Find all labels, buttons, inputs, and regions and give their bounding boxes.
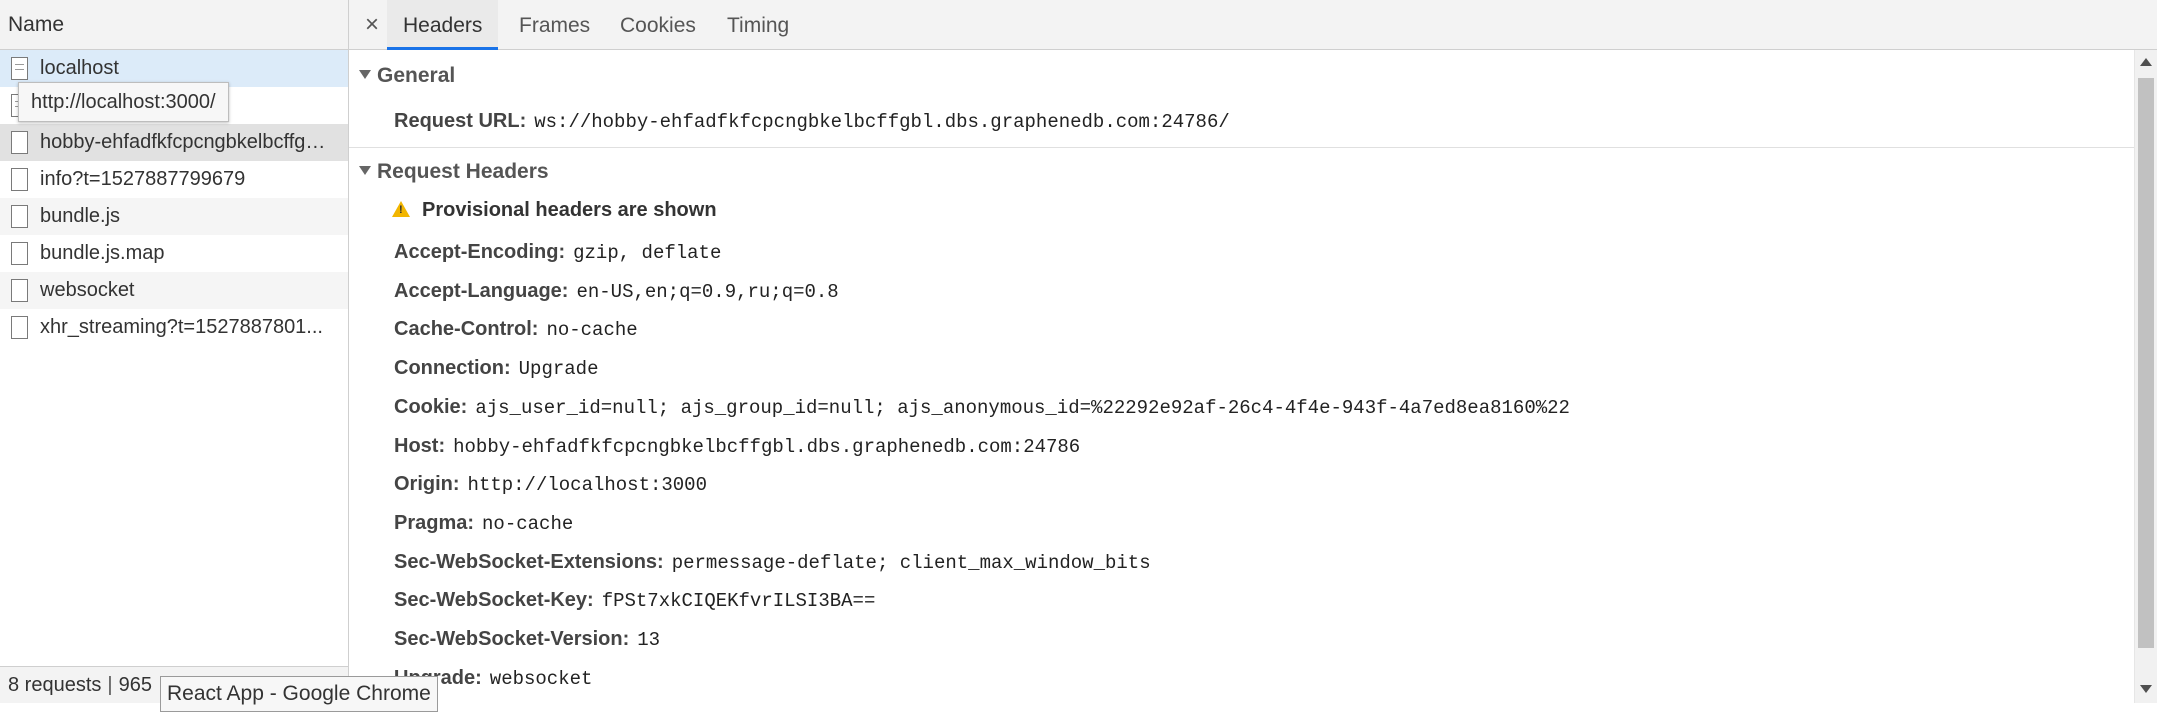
triangle-down-icon xyxy=(359,70,371,79)
request-row-websocket-host[interactable]: hobby-ehfadfkfcpcngbkelbcffgbl.dbs.graph… xyxy=(0,124,348,161)
header-value: gzip, deflate xyxy=(573,242,722,264)
request-details-pane: × Headers Frames Cookies Timing General … xyxy=(349,0,2157,703)
tab-headers[interactable]: Headers xyxy=(387,0,499,50)
transferred-size: 965 xyxy=(118,674,152,696)
request-row-websocket[interactable]: websocket xyxy=(0,272,348,309)
header-name: Pragma: xyxy=(394,512,475,534)
request-row-xhr-streaming[interactable]: xhr_streaming?t=1527887801... xyxy=(0,309,348,346)
request-count: 8 requests xyxy=(8,674,102,696)
document-icon xyxy=(11,205,28,228)
scroll-up-arrow-icon[interactable] xyxy=(2140,58,2152,66)
header-row: Cookie: ajs_user_id=null; ajs_group_id=nu… xyxy=(394,392,1570,422)
request-headers-section-header[interactable]: Request Headers xyxy=(359,160,549,184)
request-name: hobby-ehfadfkfcpcngbkelbcffgbl.dbs.graph… xyxy=(40,131,348,153)
general-section-header[interactable]: General xyxy=(359,64,455,88)
provisional-headers-warning: ! Provisional headers are shown xyxy=(392,195,717,225)
headers-content: General Request URL: ws://hobby-ehfadfkfc… xyxy=(349,50,2134,703)
request-row-bundle-js-map[interactable]: bundle.js.map xyxy=(0,235,348,272)
window-title-tooltip: React App - Google Chrome xyxy=(160,676,438,712)
header-row: Sec-WebSocket-Version: 13 xyxy=(394,624,660,654)
header-row: Accept-Encoding: gzip, deflate xyxy=(394,237,721,267)
header-value: fPSt7xkCIQEKfvrILSI3BA== xyxy=(601,590,876,612)
general-section-title: General xyxy=(377,64,456,87)
header-row: Cache-Control: no-cache xyxy=(394,314,638,344)
header-row: Connection: Upgrade xyxy=(394,353,598,383)
header-row: Sec-WebSocket-Extensions: permessage-defl… xyxy=(394,547,1151,577)
url-tooltip: http://localhost:3000/ xyxy=(18,82,229,122)
header-row: Sec-WebSocket-Key: fPSt7xkCIQEKfvrILSI3BA… xyxy=(394,585,875,615)
header-name: Sec-WebSocket-Key: xyxy=(394,589,594,611)
name-column-header[interactable]: Name xyxy=(0,0,348,50)
request-headers-section-title: Request Headers xyxy=(377,160,549,183)
header-name: Host: xyxy=(394,435,446,457)
header-value: Upgrade xyxy=(518,358,599,380)
header-name: Cookie: xyxy=(394,396,468,418)
header-row: Origin: http://localhost:3000 xyxy=(394,469,707,499)
header-value: 13 xyxy=(637,629,661,651)
document-icon xyxy=(11,316,28,339)
header-name: Cache-Control: xyxy=(394,318,539,340)
tab-timing[interactable]: Timing xyxy=(711,0,805,50)
warning-icon: ! xyxy=(392,201,410,217)
triangle-down-icon xyxy=(359,166,371,175)
header-name: Connection: xyxy=(394,357,511,379)
status-separator: | xyxy=(107,674,113,696)
tab-cookies[interactable]: Cookies xyxy=(604,0,712,50)
document-icon xyxy=(11,242,28,265)
header-name: Accept-Encoding: xyxy=(394,241,566,263)
document-icon xyxy=(11,279,28,302)
network-request-list-pane: Name localhost hobby-ehfadfkfcpcngbkelbc… xyxy=(0,0,438,712)
header-value: http://localhost:3000 xyxy=(467,474,707,496)
scrollbar-thumb[interactable] xyxy=(2138,78,2154,648)
request-row-info[interactable]: info?t=1527887799679 xyxy=(0,161,348,198)
warning-text: Provisional headers are shown xyxy=(422,199,717,221)
header-name: Sec-WebSocket-Extensions: xyxy=(394,551,664,573)
document-icon xyxy=(11,57,28,80)
request-name: xhr_streaming?t=1527887801... xyxy=(40,316,323,338)
tab-frames[interactable]: Frames xyxy=(503,0,606,50)
header-name: Origin: xyxy=(394,473,460,495)
header-row: Accept-Language: en-US,en;q=0.9,ru;q=0.8 xyxy=(394,276,839,306)
request-name: info?t=1527887799679 xyxy=(40,168,246,190)
document-icon xyxy=(11,168,28,191)
document-icon xyxy=(11,131,28,154)
header-name: Sec-WebSocket-Version: xyxy=(394,628,630,650)
vertical-scrollbar[interactable] xyxy=(2134,50,2157,703)
header-value: ajs_user_id=null; ajs_group_id=null; ajs… xyxy=(475,397,1570,419)
request-url-row: Request URL: ws://hobby-ehfadfkfcpcngbkel… xyxy=(394,106,1230,136)
request-row-bundle-js[interactable]: bundle.js xyxy=(0,198,348,235)
header-value: no-cache xyxy=(482,513,574,535)
close-icon[interactable]: × xyxy=(365,0,379,50)
details-tab-bar: × Headers Frames Cookies Timing xyxy=(349,0,2157,50)
header-value: en-US,en;q=0.9,ru;q=0.8 xyxy=(576,281,839,303)
request-url-label: Request URL: xyxy=(394,110,527,132)
header-row: Pragma: no-cache xyxy=(394,508,573,538)
request-url-value: ws://hobby-ehfadfkfcpcngbkelbcffgbl.dbs.… xyxy=(534,111,1230,133)
section-divider xyxy=(349,147,2134,148)
header-value: websocket xyxy=(489,668,593,690)
request-name: bundle.js.map xyxy=(40,242,165,264)
scroll-down-arrow-icon[interactable] xyxy=(2140,685,2152,693)
header-value: no-cache xyxy=(546,319,638,341)
request-name: bundle.js xyxy=(40,205,121,227)
header-value: permessage-deflate; client_max_window_bi… xyxy=(671,552,1151,574)
request-name: websocket xyxy=(40,279,135,301)
header-value: hobby-ehfadfkfcpcngbkelbcffgbl.dbs.graph… xyxy=(453,436,1081,458)
header-name: Accept-Language: xyxy=(394,280,569,302)
header-row: Host: hobby-ehfadfkfcpcngbkelbcffgbl.dbs.… xyxy=(394,431,1080,461)
request-name: localhost xyxy=(40,57,119,79)
